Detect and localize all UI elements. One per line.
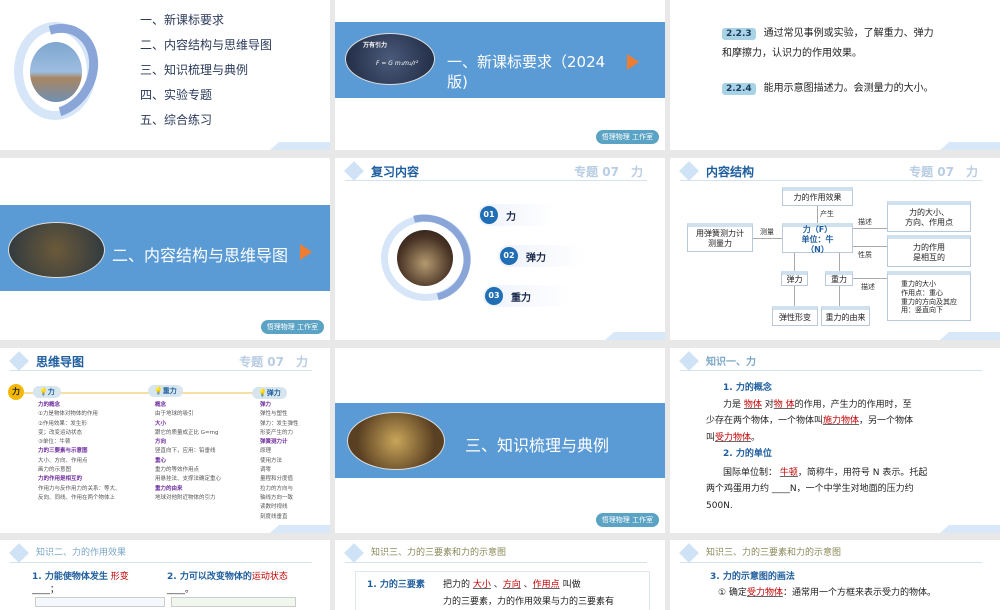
box-center: 力（F） 单位：牛 （N）: [782, 223, 853, 254]
studio-badge: 悟理物理 工作室: [260, 320, 324, 334]
toc-item[interactable]: 五、综合练习: [140, 108, 272, 133]
slide-section-1[interactable]: 万有引力 F = G m₁m₂/r² 一、新课标要求（2024 版) 悟理物理 工…: [335, 0, 665, 150]
slide-toc[interactable]: 一、新课标要求 二、内容结构与思维导图 三、知识梳理与典例 四、实验专题 五、综…: [0, 0, 330, 150]
cliff-photo: [30, 42, 82, 102]
corner-decoration: [270, 525, 330, 533]
slide-title: 复习内容: [371, 165, 420, 179]
slide-section-2[interactable]: 二、内容结构与思维导图 悟理物理 工作室: [0, 158, 330, 340]
play-arrow-icon[interactable]: [627, 54, 639, 70]
slide-title: 知识三、力的三要素和力的示意图: [706, 548, 842, 558]
diamond-icon: [679, 161, 699, 181]
section-title: 三、知识梳理与典例: [465, 436, 610, 455]
slide-title: 思维导图: [36, 355, 85, 369]
corner-decoration: [270, 142, 330, 150]
toc-item[interactable]: 四、实验专题: [140, 83, 272, 108]
slide-structure[interactable]: 内容结构 专题 07 力 力的作用效果 产生 力（F） 单位：牛 （N） 用弹簧测力…: [670, 158, 1000, 340]
toc-item[interactable]: 三、知识梳理与典例: [140, 58, 272, 83]
section-title: 二、内容结构与思维导图: [112, 246, 289, 265]
slide-title: 知识一、力: [706, 357, 756, 368]
box-gravity-origin: 重力的由来: [821, 306, 870, 326]
mindmap-col-elastic: 弹力 弹性与塑性 弹力：发生弹性 形变产生的力 弹簧测力计 原理 使用方法 调零 量程和分度值拉…: [260, 402, 299, 520]
box-mutual: 力的作用 是相互的: [887, 235, 971, 267]
standard-code: 2.2.3: [722, 28, 756, 40]
slide-knowledge-1[interactable]: 知识一、力 1. 力的概念 力是 物体 对物 体的作用，产生力的作用时，至 少存…: [670, 348, 1000, 533]
section-image: [347, 412, 445, 470]
diamond-icon: [679, 543, 699, 563]
section-title: 一、新课标要求（2024 版): [447, 53, 606, 91]
topic-label: 专题 07 力: [239, 355, 308, 369]
corner-decoration: [605, 332, 665, 340]
standard-code: 2.2.4: [722, 83, 756, 95]
topic-label: 专题 07 力: [909, 165, 978, 179]
diamond-icon: [679, 351, 699, 371]
slide-review[interactable]: 复习内容 专题 07 力 01 力 02 弹力 03 重力: [335, 158, 665, 340]
mindmap-col-gravity: 概念 由于地球的吸引 大小 跟它的质量成正比 G=mg 方向 竖直向下，应用：铅垂线 重心重…: [155, 402, 222, 501]
topic-label: 专题 07 力: [574, 165, 643, 179]
slide-title: 内容结构: [706, 165, 755, 179]
slide-title: 知识三、力的三要素和力的示意图: [371, 548, 507, 558]
diamond-icon: [344, 543, 364, 563]
diamond-icon: [9, 543, 29, 563]
box-elastic: 弹力: [781, 271, 808, 286]
image-frame: [35, 597, 165, 607]
box-effect: 力的作用效果: [782, 187, 853, 206]
corner-decoration: [940, 142, 1000, 150]
toc-item[interactable]: 一、新课标要求: [140, 8, 272, 33]
gravity-image: 万有引力 F = G m₁m₂/r²: [345, 33, 435, 85]
slide-mindmap[interactable]: 思维导图 专题 07 力 力 💡力 💡重力 💡弹力 力的概念 ①力是物体对物体的作…: [0, 348, 330, 533]
corner-decoration: [940, 332, 1000, 340]
box-elastic-deform: 弹性形变: [772, 306, 818, 326]
toc-item[interactable]: 二、内容结构与思维导图: [140, 33, 272, 58]
section-image: [8, 222, 105, 278]
box-gravity-detail: 重力的大小 作用点：重心 重力的方向及其应 用：竖直向下: [887, 271, 971, 321]
slide-section-3[interactable]: 三、知识梳理与典例 悟理物理 工作室: [335, 348, 665, 533]
diamond-icon: [344, 161, 364, 181]
play-arrow-icon[interactable]: [300, 244, 312, 260]
mindmap-branch-gravity[interactable]: 💡重力: [148, 385, 183, 397]
review-item-3[interactable]: 03 重力: [483, 285, 571, 307]
corner-decoration: [940, 525, 1000, 533]
mindmap-branch-elastic[interactable]: 💡弹力: [252, 387, 287, 399]
review-item-2[interactable]: 02 弹力: [498, 245, 586, 267]
knowledge-1-text: 1. 力的概念 力是 物体 对物 体的作用，产生力的作用时，至 少存在两个物体，…: [706, 383, 928, 511]
diamond-icon: [9, 351, 29, 371]
box-three-elements: 力的大小、 方向、作用点: [887, 201, 971, 232]
globe-photo: [397, 230, 453, 286]
slide-standards[interactable]: 2.2.3 通过常见事例或实验，了解重力、弹力 和摩擦力，认识力的作用效果。 2.…: [670, 0, 1000, 150]
box-measure: 用弹簧测力计 测量力: [687, 223, 753, 252]
image-frame: [171, 597, 296, 607]
mindmap-root: 力: [8, 384, 24, 400]
mindmap-branch-force[interactable]: 💡力: [33, 386, 61, 398]
slide-title: 知识二、力的作用效果: [36, 548, 127, 558]
mindmap-col-force: 力的概念 ①力是物体对物体的作用 ②作用效果：发生形 变；改变运动状态 ③单位：牛顿 力的…: [38, 402, 121, 501]
studio-badge: 悟理物理 工作室: [595, 130, 659, 144]
review-item-1[interactable]: 01 力: [478, 204, 556, 226]
box-gravity: 重力: [825, 271, 853, 286]
studio-badge: 悟理物理 工作室: [595, 513, 659, 527]
